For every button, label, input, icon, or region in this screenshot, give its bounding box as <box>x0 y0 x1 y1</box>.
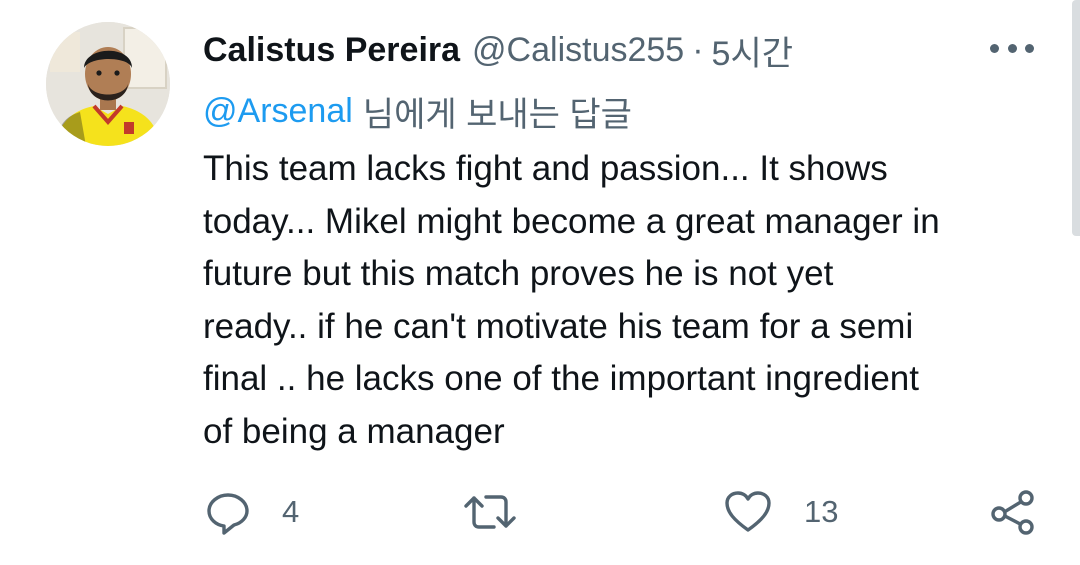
tweet-text: This team lacks fight and passion... It … <box>203 143 1053 458</box>
more-dot <box>990 43 999 53</box>
reply-count: 4 <box>282 494 300 529</box>
tweet-text-line: future but this match proves he is not y… <box>203 254 834 293</box>
tweet-timestamp[interactable]: 5시간 <box>712 26 793 75</box>
retweet-button[interactable] <box>464 486 516 538</box>
reply-context: @Arsenal 님에게 보내는 답글 <box>203 88 632 134</box>
author-name[interactable]: Calistus Pereira <box>203 31 460 70</box>
scrollbar[interactable] <box>1072 0 1080 236</box>
avatar-image <box>46 22 170 146</box>
tweet-text-line: final .. he lacks one of the important i… <box>203 359 919 398</box>
reply-icon <box>207 493 249 535</box>
reply-context-label: 님에게 보내는 답글 <box>362 95 632 134</box>
author-handle[interactable]: @Calistus255 <box>472 31 684 70</box>
more-dot <box>1007 43 1017 53</box>
retweet-icon <box>464 495 516 529</box>
separator-dot: · <box>692 30 704 69</box>
tweet-text-line: ready.. if he can't motivate his team fo… <box>203 306 914 346</box>
more-options-icon[interactable] <box>990 38 1034 58</box>
avatar[interactable] <box>46 22 170 146</box>
more-dot <box>1025 43 1034 53</box>
tweet-text-line: today... Mikel might become a great mana… <box>203 201 940 241</box>
tweet-text-line: of being a manager <box>203 411 505 451</box>
action-bar: 4 13 <box>0 486 1080 538</box>
tweet[interactable]: Calistus Pereira @Calistus255 · 5시간 @Ars… <box>0 0 1080 565</box>
like-button[interactable]: 13 <box>724 486 838 538</box>
tweet-text-line: This team lacks fight and passion... It … <box>203 149 888 188</box>
share-button[interactable] <box>990 486 1036 538</box>
reply-mention-link[interactable]: @Arsenal <box>203 92 353 131</box>
tweet-header: Calistus Pereira @Calistus255 · 5시간 <box>203 26 793 75</box>
share-icon <box>991 490 1034 535</box>
like-icon <box>725 491 771 532</box>
reply-button[interactable]: 4 <box>204 486 299 538</box>
like-count: 13 <box>804 494 839 529</box>
